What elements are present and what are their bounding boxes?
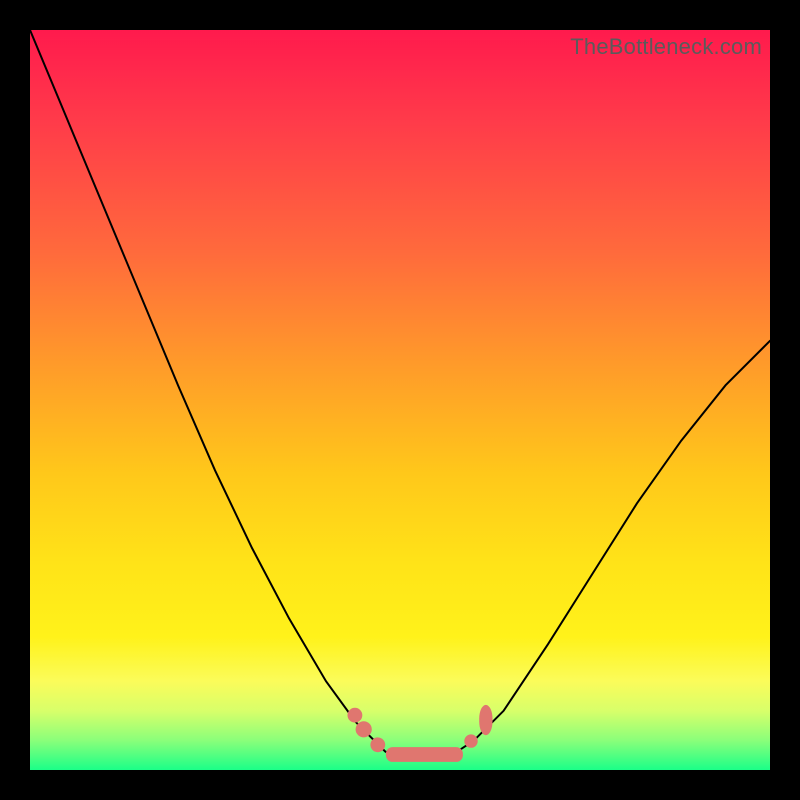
plot-area: TheBottleneck.com <box>30 30 770 770</box>
curve-layer <box>30 30 770 770</box>
curve-marker-bar <box>386 747 463 762</box>
curve-marker-bar <box>479 705 492 735</box>
bottleneck-curve <box>30 30 770 760</box>
curve-marker-dot <box>356 721 372 737</box>
curve-marker-dot <box>348 708 363 723</box>
curve-marker-dot <box>370 737 385 752</box>
marker-layer <box>348 705 493 762</box>
curve-marker-dot <box>464 734 477 747</box>
outer-frame: TheBottleneck.com <box>0 0 800 800</box>
